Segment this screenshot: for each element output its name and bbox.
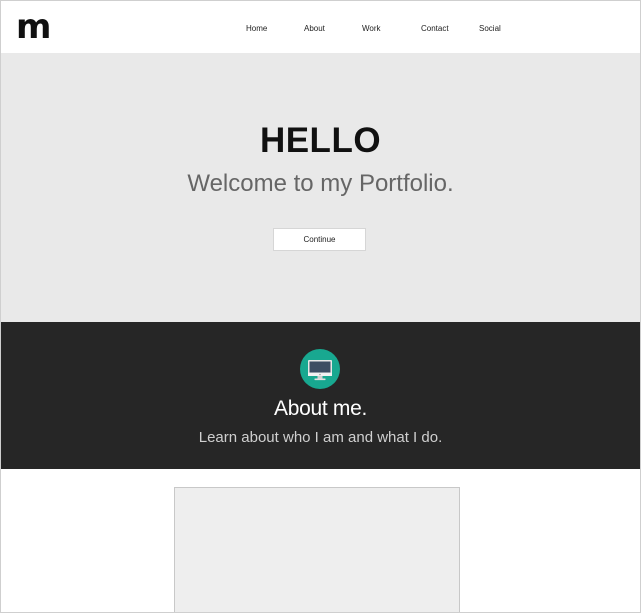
nav-contact-link[interactable]: Contact (421, 24, 449, 33)
nav-about-link[interactable]: About (304, 24, 325, 33)
about-subtitle: Learn about who I am and what I do. (198, 429, 443, 446)
about-title: About me. (273, 397, 368, 420)
hero-section: HELLO Welcome to my Portfolio. Continue (1, 53, 640, 322)
hero-title: HELLO (259, 121, 382, 160)
nav-social-link[interactable]: Social (479, 24, 501, 33)
main-nav: Home About Work Contact Social (1, 24, 640, 38)
nav-home-link[interactable]: Home (246, 24, 267, 33)
monitor-icon (300, 349, 340, 389)
nav-work-link[interactable]: Work (362, 24, 381, 33)
hero-subtitle: Welcome to my Portfolio. (187, 170, 454, 197)
continue-button[interactable]: Continue (273, 228, 366, 251)
portfolio-page: m Home About Work Contact Social HELLO W… (0, 0, 641, 613)
about-section: About me. Learn about who I am and what … (1, 322, 640, 469)
site-header: m Home About Work Contact Social (1, 1, 640, 54)
work-placeholder-card[interactable] (174, 487, 460, 612)
